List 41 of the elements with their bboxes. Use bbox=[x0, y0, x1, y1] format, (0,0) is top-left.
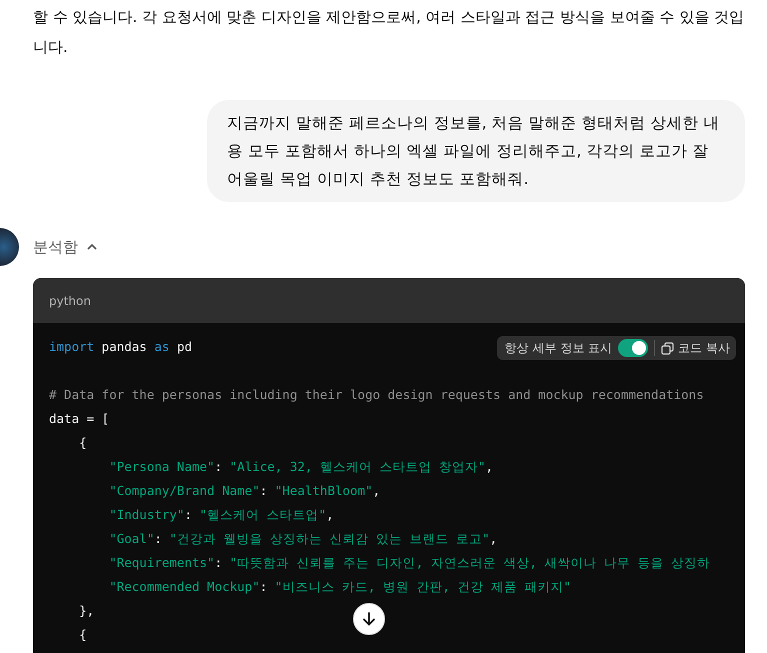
copy-code-button[interactable]: 코드 복사 bbox=[661, 340, 730, 356]
user-message-bubble: 지금까지 말해준 페르소나의 정보를, 처음 말해준 형태처럼 상세한 내용 모두 포함해서 하나의 엑셀 파일에 정리해주고, 각각의 로고가 잘 어울릴 목업 이미지 추천 정보도 포함해줘. bbox=[207, 100, 745, 202]
code-text: pd bbox=[176, 339, 192, 354]
code-string: "Requirements" bbox=[108, 555, 215, 570]
toggle-switch[interactable] bbox=[618, 339, 648, 357]
code-string: "헬스케어 스타트업" bbox=[200, 507, 326, 522]
code-text: : bbox=[184, 507, 193, 522]
code-text: , bbox=[486, 459, 494, 474]
code-string: "따뜻함과 신뢰를 주는 디자인, 자연스러운 색상, 새싹이나 나무 등을 상징하 bbox=[230, 555, 710, 570]
code-string: "Company/Brand Name" bbox=[108, 483, 260, 498]
code-string: "Alice, 32, 헬스케어 스타트업 창업자" bbox=[230, 459, 486, 474]
code-text: : bbox=[214, 459, 224, 474]
code-string: "Industry" bbox=[108, 507, 184, 522]
code-text: pandas bbox=[100, 339, 148, 354]
code-keyword: as bbox=[154, 339, 170, 354]
code-text: , bbox=[372, 483, 380, 498]
code-string: "Persona Name" bbox=[108, 459, 215, 474]
code-language-label: python bbox=[49, 294, 91, 308]
scroll-down-button[interactable] bbox=[353, 603, 385, 635]
code-string: "건강과 웰빙을 상징하는 신뢰감 있는 브랜드 로고" bbox=[169, 531, 490, 546]
code-text: { bbox=[78, 435, 87, 450]
code-string: "Recommended Mockup" bbox=[108, 579, 260, 594]
code-text: , bbox=[326, 507, 334, 522]
code-keyword: import bbox=[49, 339, 94, 354]
code-comment: # Data for the personas including their logo design requests and mockup recommendations bbox=[49, 387, 704, 402]
code-text: : bbox=[214, 555, 224, 570]
code-text: data = [ bbox=[49, 411, 110, 426]
code-string: "HealthBloom" bbox=[274, 483, 373, 498]
code-text: { bbox=[78, 627, 87, 642]
code-text: , bbox=[490, 531, 498, 546]
arrow-down-icon bbox=[361, 611, 377, 627]
code-string: "Goal" bbox=[108, 531, 154, 546]
code-string: "비즈니스 카드, 병원 간판, 건강 제품 패키지" bbox=[274, 579, 572, 594]
assistant-message: 할 수 있습니다. 각 요청서에 맞춘 디자인을 제안함으로써, 여러 스타일과 접근 방식을 보여줄 수 있을 것입니다. bbox=[33, 7, 745, 58]
analysis-toggle[interactable]: 분석함 bbox=[33, 238, 98, 256]
code-text: }, bbox=[78, 603, 94, 618]
code-text: : bbox=[154, 531, 163, 546]
code-text: : bbox=[260, 579, 268, 594]
code-text: : bbox=[260, 483, 268, 498]
copy-icon bbox=[661, 342, 674, 354]
details-toggle[interactable]: 항상 세부 정보 표시 bbox=[504, 340, 612, 356]
